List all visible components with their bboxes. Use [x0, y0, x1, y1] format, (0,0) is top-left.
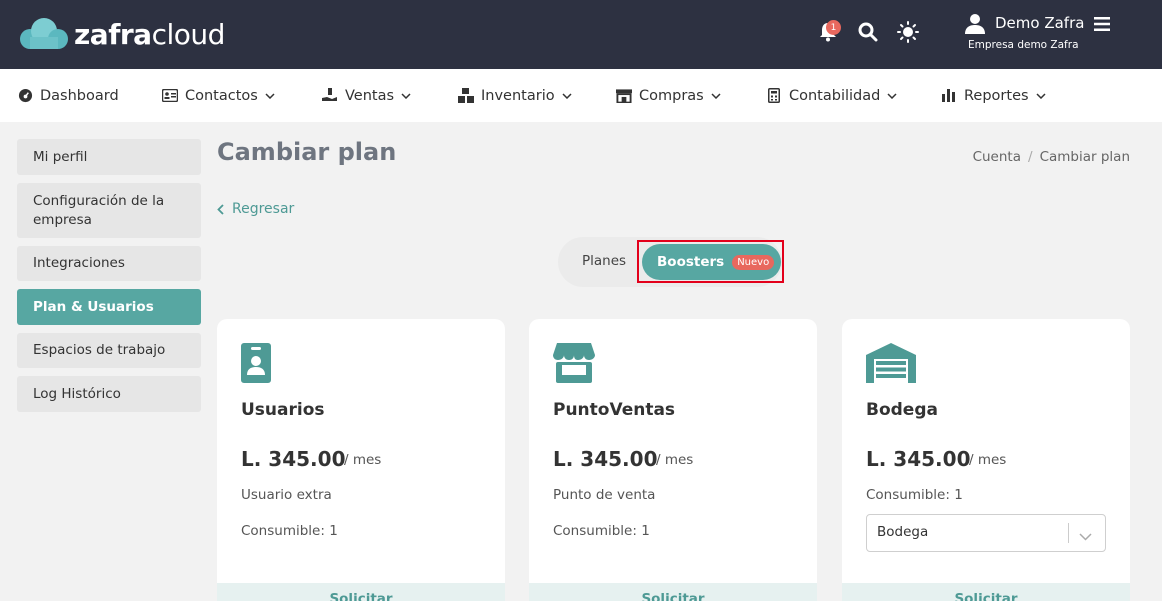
breadcrumb-item-current: Cambiar plan: [1039, 149, 1130, 165]
nav-label: Contabilidad: [789, 87, 881, 104]
sidebar-item-mi-perfil[interactable]: Mi perfil: [17, 139, 201, 175]
boxes-icon: [458, 88, 474, 104]
user-name[interactable]: Demo Zafra: [995, 14, 1084, 32]
card-consumable: Consumible: 1: [241, 523, 338, 539]
store-icon: [616, 88, 632, 104]
highlight-box: [637, 240, 784, 283]
nav-compras[interactable]: Compras: [616, 69, 721, 122]
top-bar: zafracloud 1 Demo Zafra Empresa demo Zaf…: [0, 0, 1162, 69]
booster-card-bodega: Bodega L. 345.00 / mes Consumible: 1 Bod…: [842, 319, 1130, 601]
nav-label: Dashboard: [40, 87, 119, 104]
tab-planes[interactable]: Planes: [582, 253, 626, 269]
back-link[interactable]: Regresar: [217, 201, 294, 217]
id-badge-icon: [241, 343, 271, 387]
sidebar-item-espacios[interactable]: Espacios de trabajo: [17, 333, 201, 368]
sidebar-item-plan-usuarios[interactable]: Plan & Usuarios: [17, 289, 201, 325]
card-description: Punto de venta: [553, 487, 656, 503]
hamburger-menu-icon[interactable]: [1094, 16, 1110, 36]
card-title: PuntoVentas: [553, 400, 676, 420]
chevron-down-icon: [562, 92, 572, 99]
card-title: Bodega: [866, 400, 938, 420]
back-label: Regresar: [232, 201, 295, 217]
warehouse-icon: [866, 343, 916, 387]
card-price: L. 345.00: [241, 447, 346, 471]
search-icon[interactable]: [856, 20, 880, 44]
chevron-down-icon: [1079, 526, 1092, 545]
cloud-logo-icon: [20, 18, 68, 49]
user-icon[interactable]: [964, 13, 986, 39]
card-consumable: Consumible: 1: [866, 487, 963, 503]
logo-text: zafracloud: [74, 17, 225, 51]
card-period: / mes: [656, 452, 694, 468]
chevron-down-icon: [887, 92, 897, 99]
nav-ventas[interactable]: Ventas: [322, 69, 411, 122]
booster-card-usuarios: Usuarios L. 345.00 / mes Usuario extra C…: [217, 319, 505, 601]
nav-inventario[interactable]: Inventario: [458, 69, 572, 122]
breadcrumb-separator: /: [1028, 149, 1033, 165]
bodega-select[interactable]: Bodega: [866, 514, 1106, 552]
card-title: Usuarios: [241, 400, 325, 420]
nav-label: Ventas: [345, 87, 395, 104]
contact-card-icon: [162, 88, 178, 104]
logo[interactable]: zafracloud: [18, 14, 225, 54]
card-consumable: Consumible: 1: [553, 523, 650, 539]
main-nav: Dashboard Contactos Ventas Inventario Co…: [0, 69, 1162, 122]
dashboard-icon: [17, 88, 33, 104]
nav-dashboard[interactable]: Dashboard: [17, 69, 119, 122]
calculator-icon: [766, 88, 782, 104]
card-price: L. 345.00: [553, 447, 658, 471]
sidebar-item-configuracion[interactable]: Configuración de la empresa: [17, 183, 201, 238]
chevron-down-icon: [401, 92, 411, 99]
nav-label: Contactos: [185, 87, 258, 104]
storefront-icon: [553, 343, 595, 387]
card-description: Usuario extra: [241, 487, 332, 503]
sidebar-item-integraciones[interactable]: Integraciones: [17, 246, 201, 281]
page-title: Cambiar plan: [217, 138, 397, 166]
sun-icon[interactable]: [896, 20, 920, 44]
bar-chart-icon: [941, 88, 957, 104]
company-name: Empresa demo Zafra: [968, 39, 1079, 51]
breadcrumb: Cuenta / Cambiar plan: [973, 149, 1130, 165]
bodega-select-value: Bodega: [877, 524, 929, 540]
nav-label: Compras: [639, 87, 704, 104]
hand-money-icon: [322, 88, 338, 104]
request-button[interactable]: Solicitar: [842, 583, 1130, 601]
select-divider: [1068, 523, 1069, 543]
card-price: L. 345.00: [866, 447, 971, 471]
nav-reportes[interactable]: Reportes: [941, 69, 1046, 122]
request-button[interactable]: Solicitar: [529, 583, 817, 601]
nav-label: Inventario: [481, 87, 555, 104]
chevron-down-icon: [1036, 92, 1046, 99]
chevron-down-icon: [265, 92, 275, 99]
card-period: / mes: [344, 452, 382, 468]
nav-contactos[interactable]: Contactos: [162, 69, 275, 122]
card-period: / mes: [969, 452, 1007, 468]
chevron-down-icon: [711, 92, 721, 99]
request-button[interactable]: Solicitar: [217, 583, 505, 601]
sidebar-item-log-historico[interactable]: Log Histórico: [17, 376, 201, 412]
breadcrumb-item-cuenta[interactable]: Cuenta: [973, 149, 1021, 165]
nav-contabilidad[interactable]: Contabilidad: [766, 69, 897, 122]
booster-card-puntoventas: PuntoVentas L. 345.00 / mes Punto de ven…: [529, 319, 817, 601]
chevron-left-icon: [217, 203, 224, 215]
nav-label: Reportes: [964, 87, 1029, 104]
notification-badge: 1: [826, 20, 841, 35]
